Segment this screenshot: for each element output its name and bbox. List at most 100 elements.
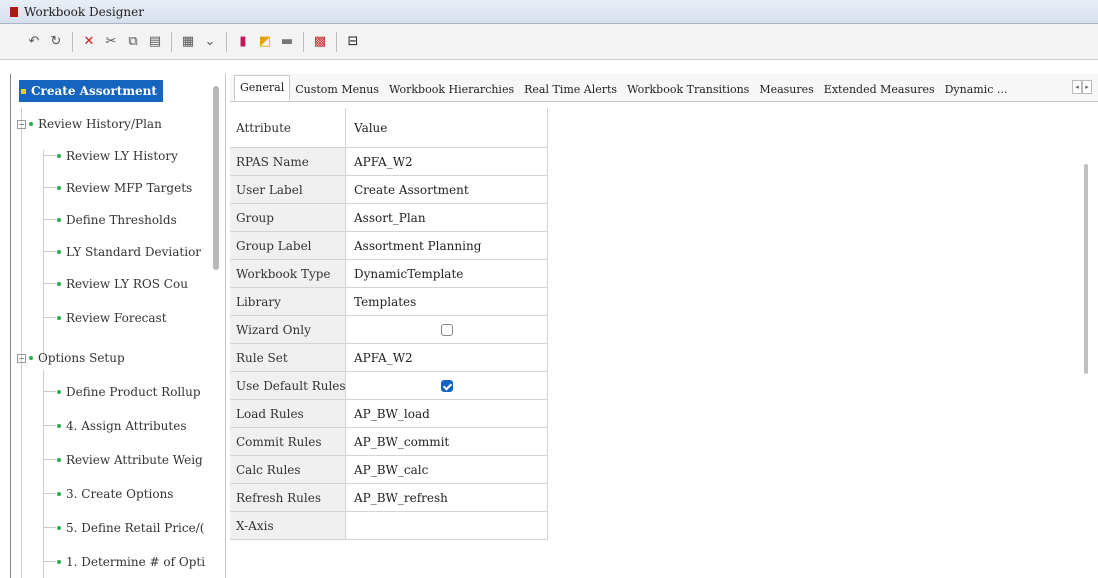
green-node-icon	[57, 316, 61, 320]
value-cell[interactable]: APFA_W2	[346, 344, 548, 372]
value-cell[interactable]	[346, 512, 548, 540]
tab-workbook-hierarchies[interactable]: Workbook Hierarchies	[384, 79, 519, 101]
tab-real-time-alerts[interactable]: Real Time Alerts	[519, 79, 622, 101]
tab-scroll-left-icon[interactable]: ◂	[1072, 80, 1082, 94]
attribute-cell: Refresh Rules	[230, 484, 346, 512]
attribute-cell: Wizard Only	[230, 316, 346, 344]
tree-root-create-assortment[interactable]: Create Assortment	[19, 80, 163, 102]
green-node-icon	[57, 186, 61, 190]
grid-icon[interactable]: ▦	[180, 34, 196, 50]
tree-item[interactable]: 1. Determine # of Opti	[57, 552, 205, 572]
tree-group-review-history[interactable]: − Review History/Plan	[17, 114, 162, 134]
value-cell	[346, 316, 548, 344]
table-row: Group Label Assortment Planning	[230, 232, 550, 260]
green-node-icon	[57, 390, 61, 394]
tab-scroll-right-icon[interactable]: ▸	[1082, 80, 1092, 94]
attribute-cell: Calc Rules	[230, 456, 346, 484]
undo-icon[interactable]: ↶	[26, 34, 42, 50]
tree-group-options-setup[interactable]: − Options Setup	[17, 348, 125, 368]
tab-workbook-transitions[interactable]: Workbook Transitions	[622, 79, 754, 101]
value-cell[interactable]: Assortment Planning	[346, 232, 548, 260]
green-node-icon	[29, 356, 33, 360]
wizard-only-checkbox[interactable]	[440, 323, 453, 336]
tree-item-label: Define Thresholds	[66, 213, 177, 227]
tree-branch	[44, 187, 56, 188]
green-node-icon	[57, 218, 61, 222]
tree-item[interactable]: Review LY ROS Cou	[57, 274, 188, 294]
table-row: Group Assort_Plan	[230, 204, 550, 232]
tree-item-label: 4. Assign Attributes	[66, 419, 187, 433]
properties-pane: General Custom Menus Workbook Hierarchie…	[230, 74, 1098, 578]
tree-branch	[44, 459, 56, 460]
dropdown-icon[interactable]: ⌄	[202, 34, 218, 50]
tree-item[interactable]: Define Thresholds	[57, 210, 177, 230]
tree-group-label: Review History/Plan	[38, 117, 162, 131]
value-cell[interactable]: APFA_W2	[346, 148, 548, 176]
use-default-rules-checkbox[interactable]	[440, 379, 453, 392]
tree-branch	[44, 283, 56, 284]
table-row: Wizard Only	[230, 316, 550, 344]
tree-branch	[44, 155, 56, 156]
tree-item[interactable]: 3. Create Options	[57, 484, 173, 504]
tree-scrollbar[interactable]	[213, 86, 219, 270]
collapse-toggle-icon[interactable]: −	[17, 353, 26, 363]
palette-chart-icon[interactable]: ▩	[312, 34, 328, 50]
redo-icon[interactable]: ↻	[48, 34, 64, 50]
title-bar: Workbook Designer	[0, 0, 1098, 24]
copy-icon[interactable]: ⧉	[125, 34, 141, 50]
attribute-cell: Group Label	[230, 232, 346, 260]
tree-item[interactable]: Define Product Rollup	[57, 382, 201, 402]
value-cell[interactable]: AP_BW_commit	[346, 428, 548, 456]
tree-branch	[44, 391, 56, 392]
table-row: Rule Set APFA_W2	[230, 344, 550, 372]
tree-item[interactable]: Review LY History	[57, 146, 178, 166]
tab-general[interactable]: General	[234, 75, 291, 101]
green-node-icon	[57, 282, 61, 286]
value-cell[interactable]: DynamicTemplate	[346, 260, 548, 288]
table-row: Refresh Rules AP_BW_refresh	[230, 484, 550, 512]
tree-guide-line	[43, 370, 44, 578]
tree-item-label: Define Product Rollup	[66, 385, 201, 399]
tab-custom-menus[interactable]: Custom Menus	[290, 79, 384, 101]
workbook-tree: Create Assortment − Review History/Plan …	[10, 74, 226, 578]
tree-item[interactable]: Review MFP Targets	[57, 178, 192, 198]
table-icon[interactable]: ▬	[279, 34, 295, 50]
value-cell[interactable]: AP_BW_refresh	[346, 484, 548, 512]
tree-item[interactable]: 4. Assign Attributes	[57, 416, 186, 436]
value-cell[interactable]: Create Assortment	[346, 176, 548, 204]
tab-dynamic[interactable]: Dynamic ...	[940, 79, 1013, 101]
tree-guide-line	[21, 108, 22, 578]
table-row: Load Rules AP_BW_load	[230, 400, 550, 428]
value-cell[interactable]: AP_BW_calc	[346, 456, 548, 484]
attribute-cell: Workbook Type	[230, 260, 346, 288]
tree-branch	[44, 251, 56, 252]
tree-guide-line	[43, 150, 44, 360]
tab-extended-measures[interactable]: Extended Measures	[819, 79, 940, 101]
tree-item[interactable]: 5. Define Retail Price/(	[57, 518, 204, 538]
attribute-cell: User Label	[230, 176, 346, 204]
grid-scrollbar[interactable]	[1084, 164, 1088, 374]
tree-item-label: Review Forecast	[66, 311, 167, 325]
cut-icon[interactable]: ✂	[103, 34, 119, 50]
folder-chart-icon[interactable]: ◩	[257, 34, 273, 50]
attribute-cell: X-Axis	[230, 512, 346, 540]
toolbar-separator	[72, 31, 73, 52]
window-title: Workbook Designer	[24, 4, 144, 19]
table-row: X-Axis	[230, 512, 550, 540]
green-node-icon	[57, 458, 61, 462]
collapse-icon[interactable]: ⊟	[345, 34, 361, 50]
delete-icon[interactable]: ✕	[81, 34, 97, 50]
attribute-cell: RPAS Name	[230, 148, 346, 176]
value-cell[interactable]: AP_BW_load	[346, 400, 548, 428]
value-cell[interactable]: Assort_Plan	[346, 204, 548, 232]
paste-icon[interactable]: ▤	[147, 34, 163, 50]
collapse-toggle-icon[interactable]: −	[17, 119, 26, 129]
red-bar-icon[interactable]: ▮	[235, 34, 251, 50]
tree-item[interactable]: LY Standard Deviatior	[57, 242, 201, 262]
tree-item[interactable]: Review Attribute Weig	[57, 450, 203, 470]
attribute-cell: Group	[230, 204, 346, 232]
value-cell[interactable]: Templates	[346, 288, 548, 316]
tree-item[interactable]: Review Forecast	[57, 308, 167, 328]
tree-item-label: Review MFP Targets	[66, 181, 193, 195]
tab-measures[interactable]: Measures	[754, 79, 818, 101]
